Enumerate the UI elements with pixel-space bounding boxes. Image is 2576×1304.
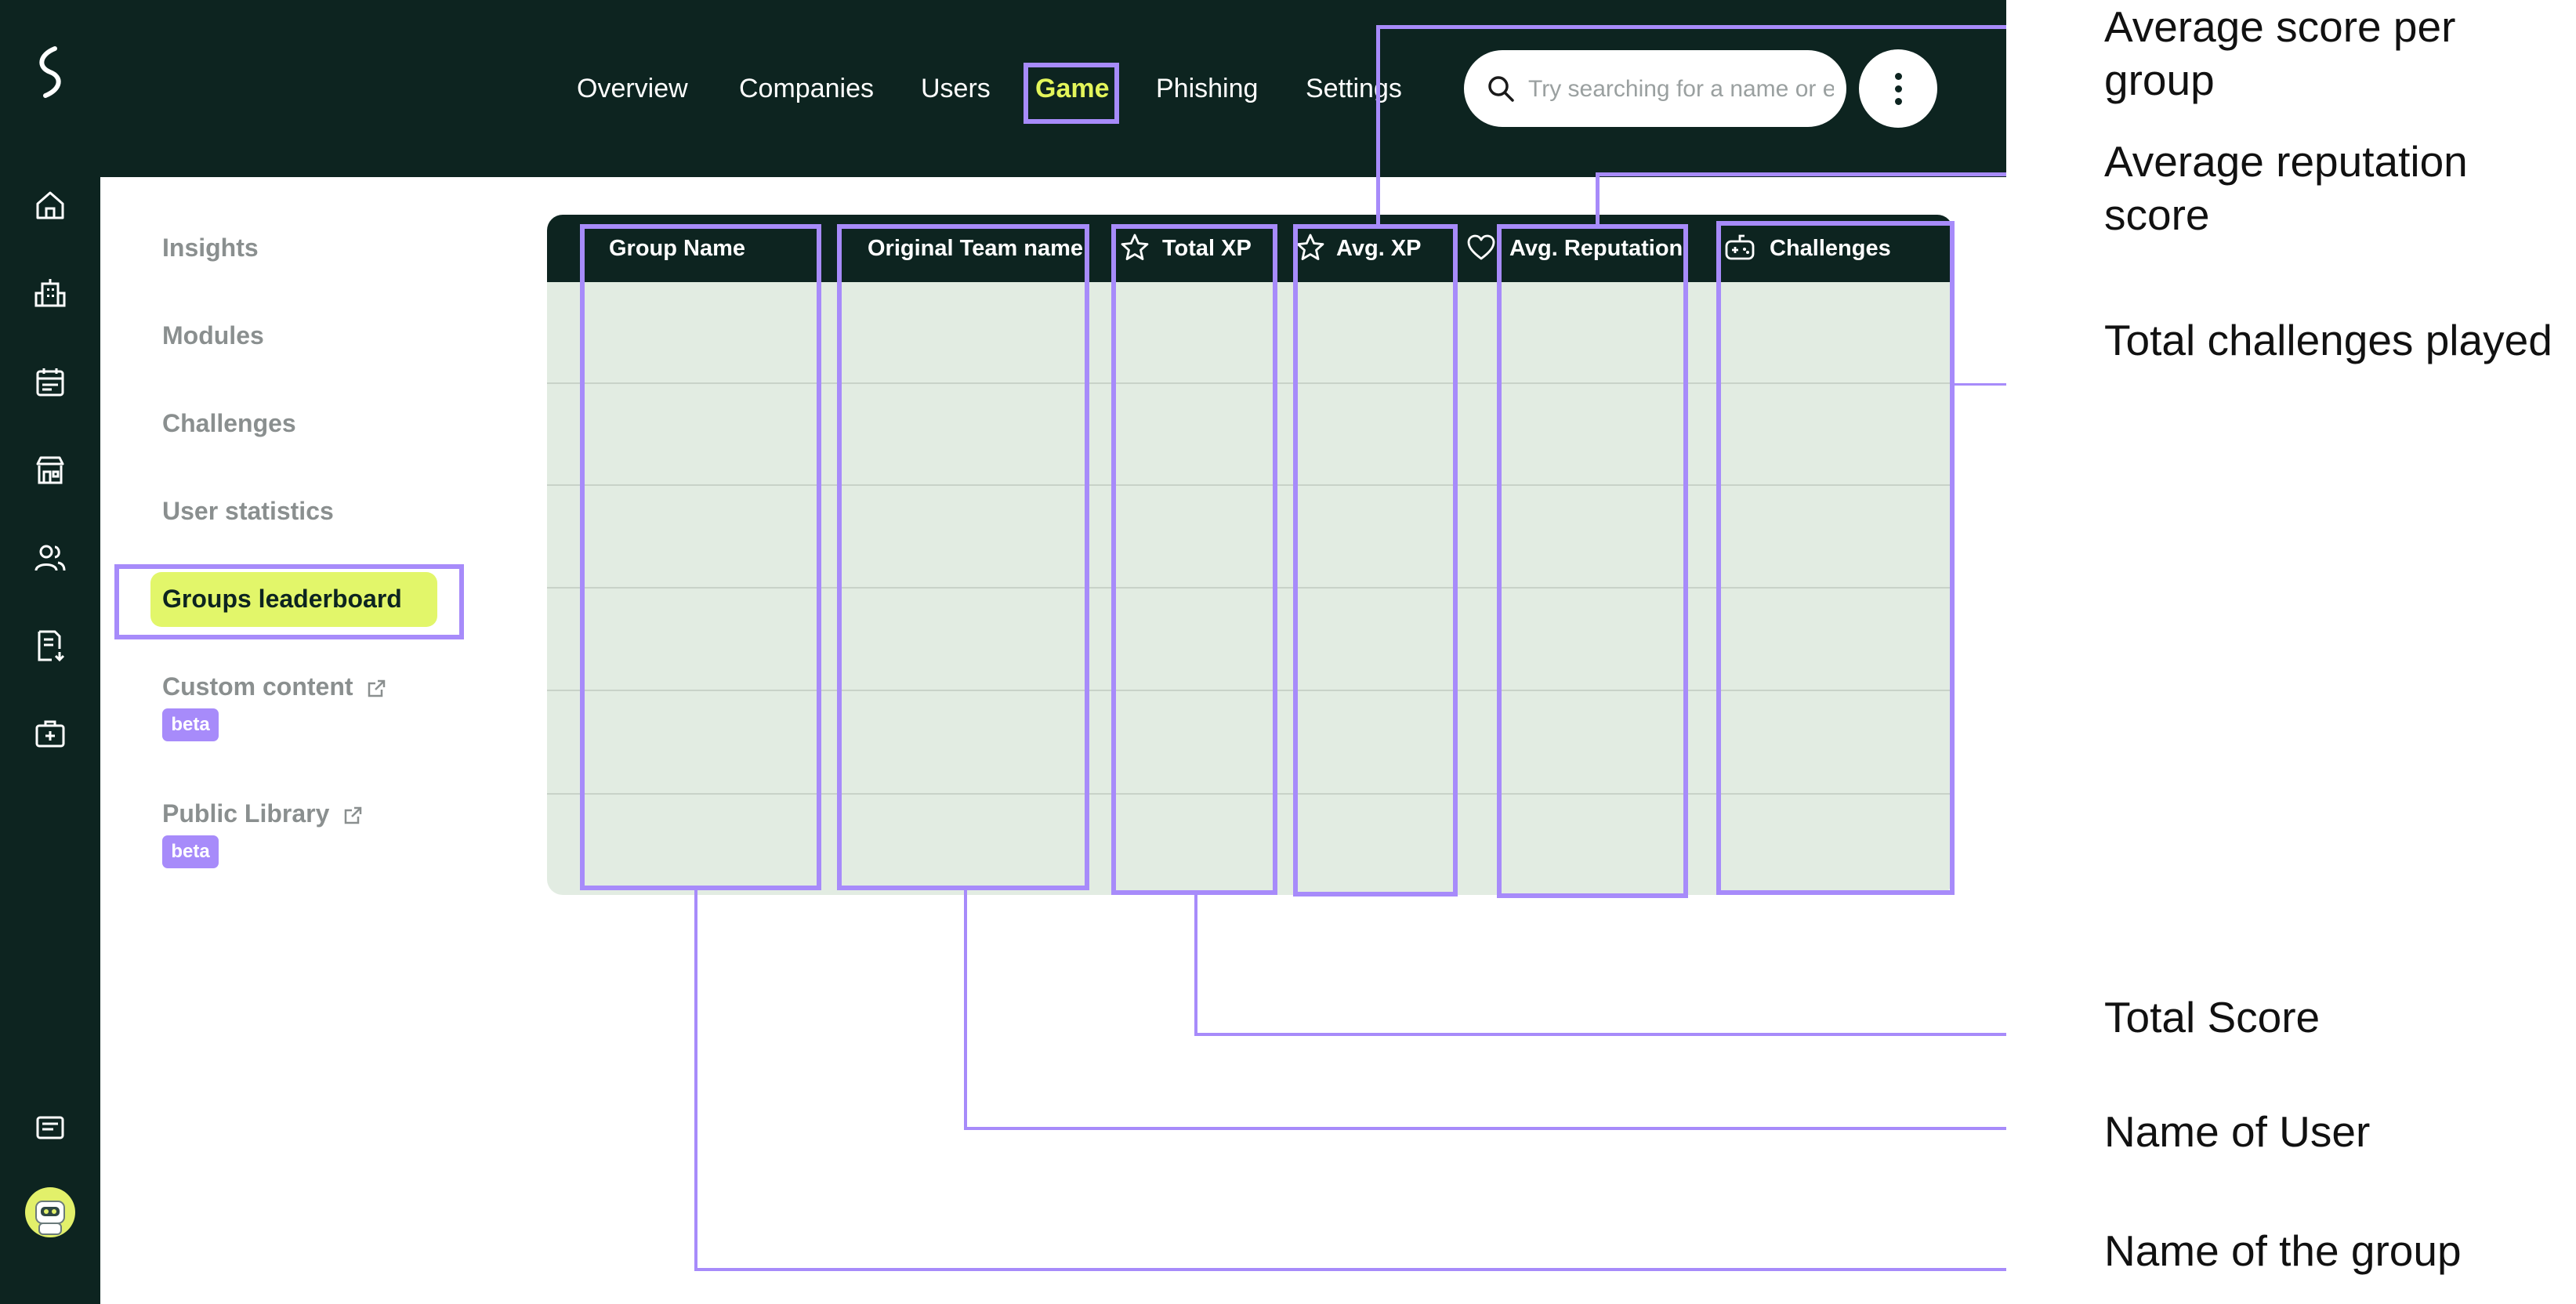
sidebar-item-insights[interactable]: Insights (162, 232, 259, 263)
sidebar-active-highlight-box (114, 564, 464, 639)
callout-line-team-name (964, 1127, 2006, 1130)
team-name-column-highlight (837, 224, 1089, 890)
beta-badge: beta (162, 835, 219, 868)
callout-line-avg-xp (1376, 25, 1380, 224)
annotation-avg-reputation: Average reputation score (2104, 137, 2468, 239)
beta-badge: beta (162, 708, 219, 741)
left-rail (0, 0, 100, 1304)
sidebar-item-public-library[interactable]: Public Library (162, 798, 363, 829)
annotation-challenges: Total challenges played (2104, 316, 2552, 364)
callout-line-team-name (964, 890, 967, 1130)
chat-icon[interactable] (33, 1111, 67, 1146)
callout-line-avg-xp (1376, 25, 2006, 29)
group-name-column-highlight (580, 224, 821, 890)
annotation-group-name: Name of the group (2104, 1226, 2462, 1275)
document-download-icon[interactable] (33, 628, 67, 663)
nav-phishing[interactable]: Phishing (1156, 72, 1258, 105)
challenges-column-highlight (1716, 221, 1955, 895)
external-link-icon (345, 806, 362, 824)
nav-users[interactable]: Users (921, 72, 991, 105)
sidebar-item-label: Public Library (162, 799, 330, 828)
avg-xp-column-highlight (1293, 224, 1458, 896)
annotation-total-xp: Total Score (2104, 993, 2321, 1041)
calendar-icon[interactable] (33, 365, 67, 400)
store-icon[interactable] (33, 453, 67, 487)
heart-icon (1467, 234, 1495, 260)
first-aid-kit-icon[interactable] (33, 716, 67, 751)
callout-line-total-xp (1194, 895, 1197, 1036)
nav-overview[interactable]: Overview (577, 72, 688, 105)
avatar[interactable] (25, 1187, 75, 1237)
sidebar-item-user-statistics[interactable]: User statistics (162, 495, 334, 527)
nav-game-highlight-box (1024, 63, 1119, 124)
callout-line-avg-reputation (1596, 172, 2006, 176)
kebab-menu-icon (1895, 73, 1902, 80)
buildings-icon[interactable] (33, 276, 67, 310)
users-icon[interactable] (33, 541, 67, 575)
total-xp-column-highlight (1111, 224, 1277, 895)
callout-line-total-xp (1194, 1033, 2006, 1036)
sidebar-item-modules[interactable]: Modules (162, 320, 264, 351)
nav-companies[interactable]: Companies (739, 72, 874, 105)
brand-logo-icon[interactable] (31, 44, 71, 100)
annotation-avg-xp: Average score per group (2104, 2, 2456, 104)
nav-settings[interactable]: Settings (1306, 72, 1402, 105)
home-icon[interactable] (33, 188, 67, 223)
callout-line-group-name (694, 1268, 2006, 1271)
sidebar-item-custom-content[interactable]: Custom content (162, 671, 386, 702)
callout-line-avg-reputation (1596, 172, 1600, 224)
sidebar-item-label: Custom content (162, 672, 353, 701)
robot-avatar-icon (35, 1201, 65, 1235)
sidebar-item-challenges[interactable]: Challenges (162, 408, 296, 439)
annotation-team-name: Name of User (2104, 1107, 2371, 1156)
avg-reputation-column-highlight (1497, 224, 1688, 898)
search-input[interactable] (1527, 67, 1835, 111)
external-link-icon (368, 679, 386, 697)
search-icon (1488, 76, 1514, 102)
kebab-menu-button[interactable] (1859, 49, 1937, 128)
search-bar[interactable] (1464, 50, 1846, 127)
callout-line-group-name (694, 890, 697, 1271)
callout-line-challenges (1955, 383, 2006, 386)
